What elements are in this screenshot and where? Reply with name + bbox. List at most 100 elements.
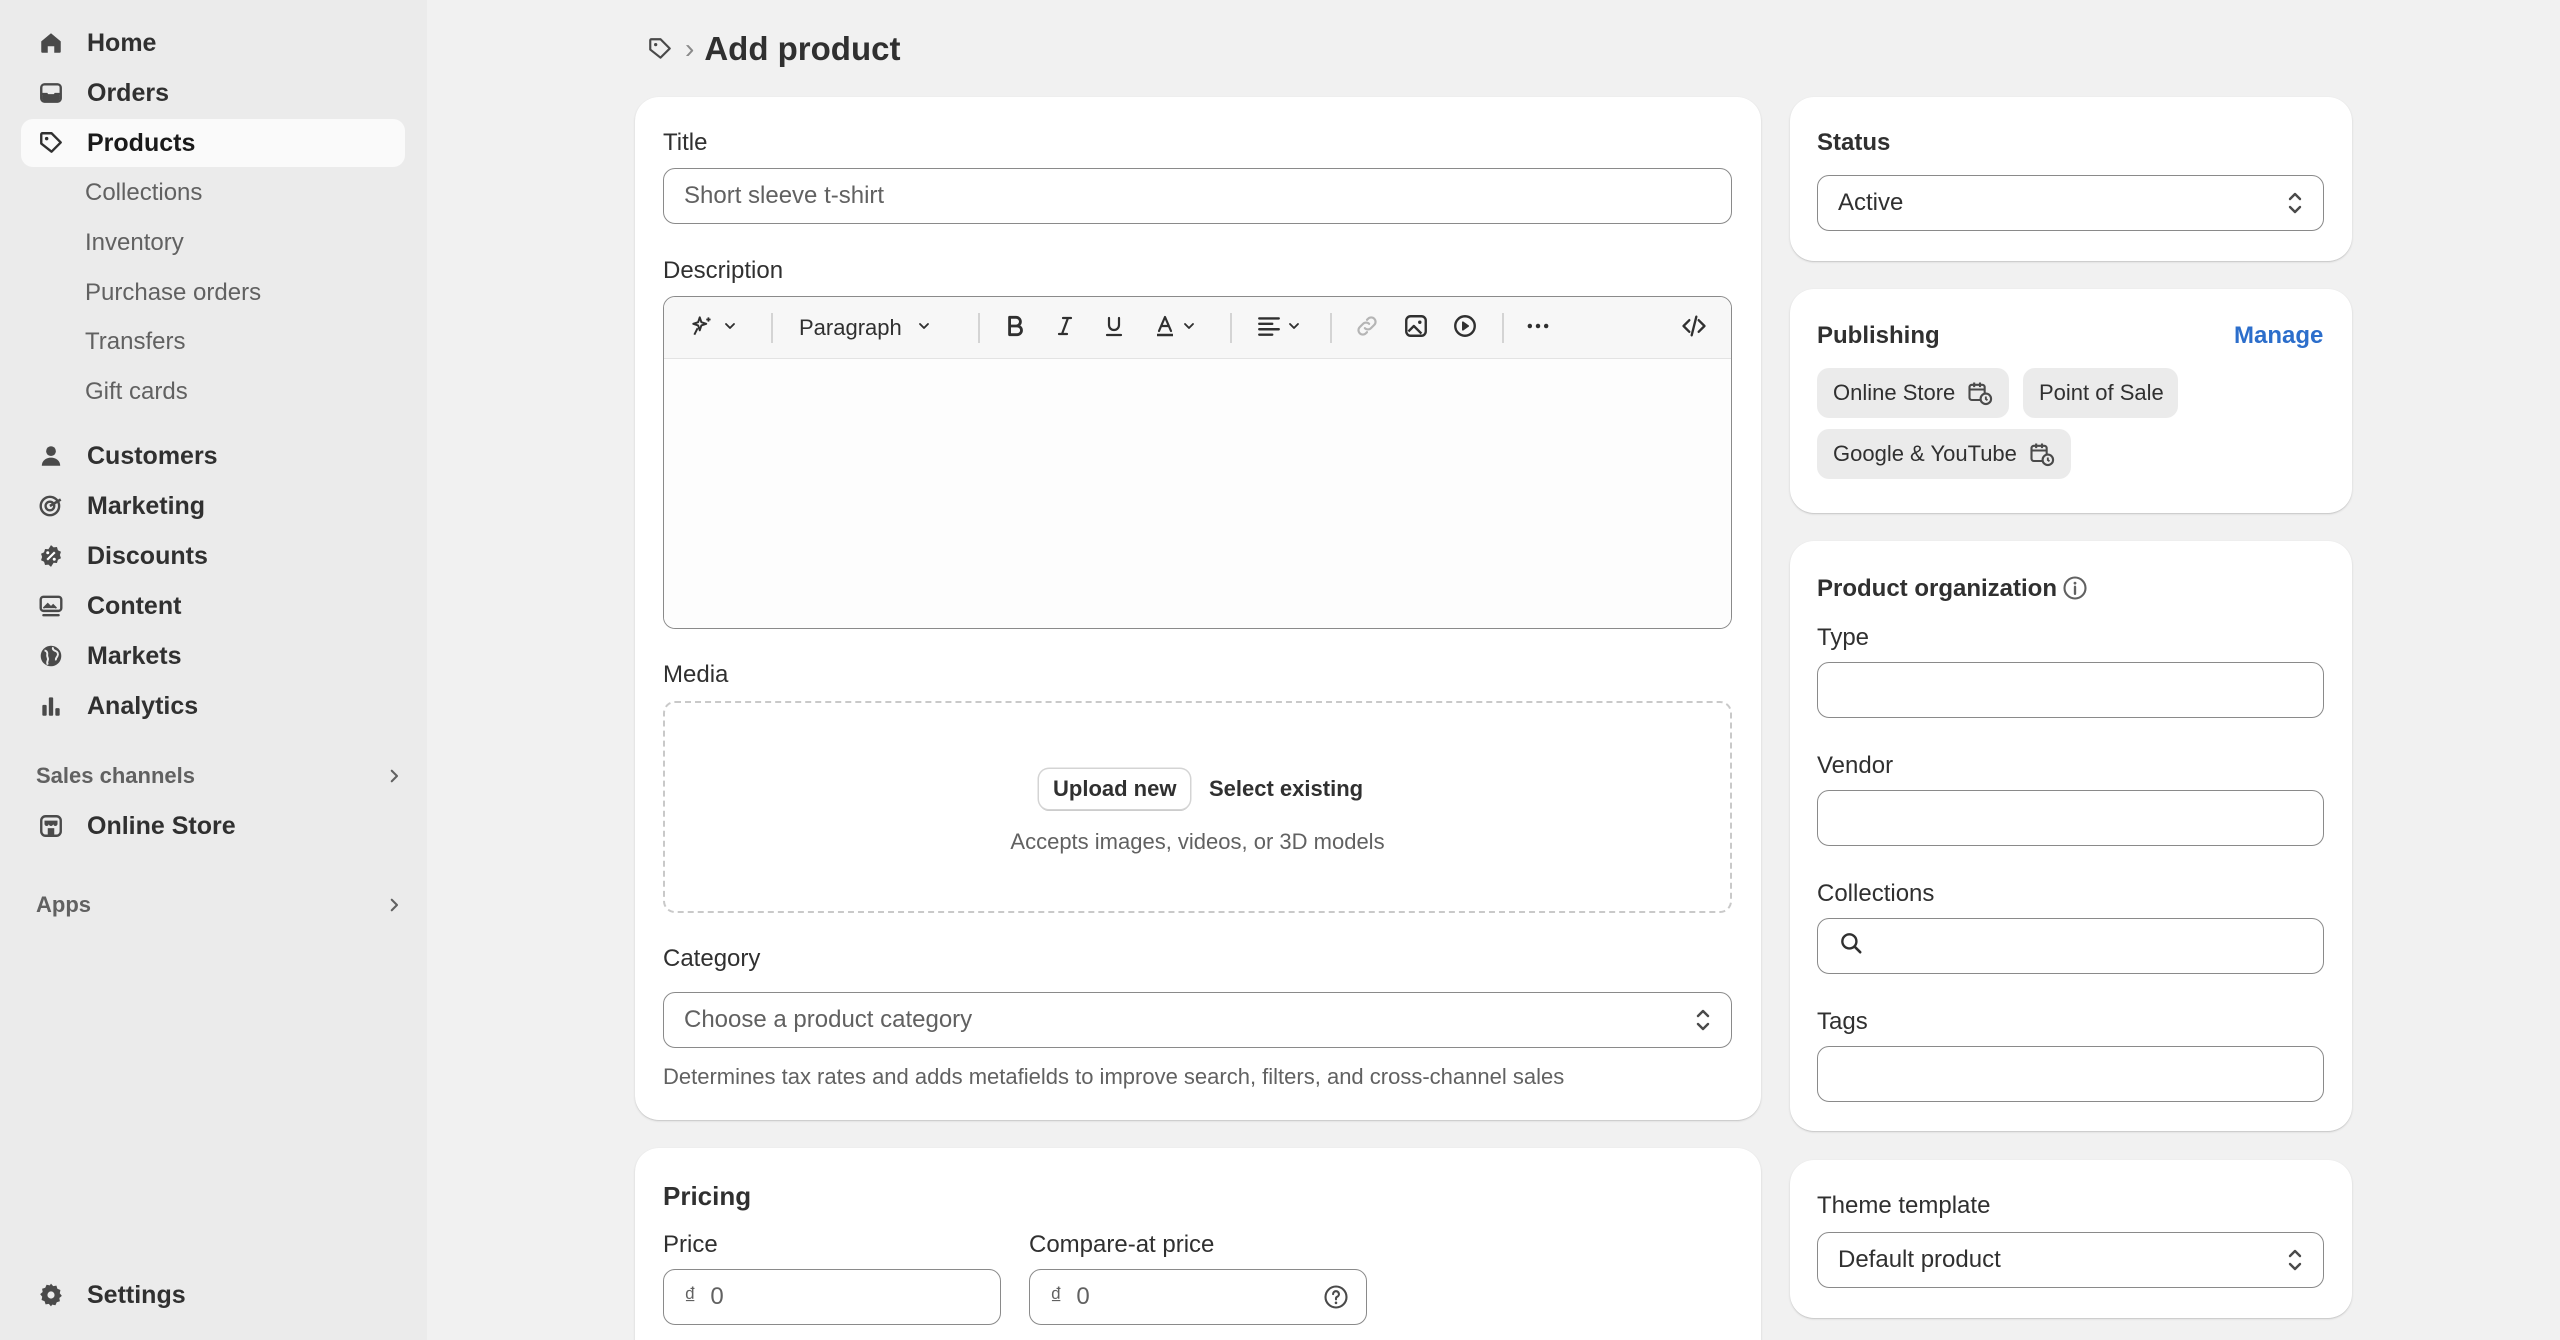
channel-pill-online-store[interactable]: Online Store — [1817, 368, 2010, 418]
status-value: Active — [1838, 189, 1904, 216]
sidebar-item-discounts[interactable]: Discounts — [21, 532, 405, 580]
sidebar-subitem-collections[interactable]: Collections — [21, 170, 405, 216]
title-input[interactable]: Short sleeve t-shirt — [663, 168, 1732, 224]
vendor-label: Vendor — [1817, 752, 1894, 779]
sidebar-item-label: Home — [87, 28, 157, 57]
chevron-right-icon — [382, 764, 406, 788]
compare-at-price-input[interactable]: ₫ 0 — [1029, 1269, 1367, 1325]
toolbar-divider — [1230, 313, 1232, 343]
editor-toolbar: Paragraph — [664, 297, 1731, 359]
category-select[interactable]: Choose a product category — [663, 992, 1732, 1048]
target-icon — [37, 492, 65, 520]
sidebar-item-products[interactable]: Products — [21, 119, 405, 167]
sidebar: Home Orders Products Collections Invento… — [0, 0, 427, 1340]
media-dropzone[interactable]: Upload new Select existing Accepts image… — [663, 701, 1732, 913]
play-icon — [1452, 313, 1478, 344]
select-caret-icon — [2285, 188, 2305, 218]
more-options-button[interactable] — [1521, 311, 1555, 345]
sidebar-item-label: Settings — [87, 1280, 186, 1309]
text-color-button[interactable] — [1146, 311, 1204, 345]
sidebar-subitem-transfers[interactable]: Transfers — [21, 319, 405, 365]
sidebar-item-label: Content — [87, 591, 182, 620]
sidebar-item-orders[interactable]: Orders — [21, 69, 405, 117]
align-left-icon — [1256, 313, 1282, 344]
sales-channels-label: Sales channels — [36, 763, 195, 788]
breadcrumb-separator: › — [685, 33, 695, 64]
home-icon — [37, 29, 65, 57]
chevron-down-icon — [916, 318, 932, 339]
title-placeholder: Short sleeve t-shirt — [684, 182, 885, 209]
compare-at-price-value: 0 — [1076, 1283, 1090, 1310]
sidebar-item-home[interactable]: Home — [21, 19, 405, 67]
discount-icon — [37, 542, 65, 570]
sidebar-item-label: Customers — [87, 441, 218, 470]
product-organization-heading: Product organization — [1817, 575, 2057, 602]
title-label: Title — [663, 129, 708, 156]
apps-header[interactable]: Apps — [36, 885, 406, 925]
status-select[interactable]: Active — [1817, 175, 2324, 231]
toolbar-divider — [978, 313, 980, 343]
sidebar-subitem-label: Collections — [85, 179, 203, 206]
bold-button[interactable] — [998, 311, 1032, 345]
sidebar-subitem-inventory[interactable]: Inventory — [21, 220, 405, 266]
description-text-area[interactable] — [664, 359, 1731, 628]
insert-image-button[interactable] — [1399, 311, 1433, 345]
manage-link[interactable]: Manage — [2234, 322, 2323, 350]
tags-input[interactable] — [1817, 1046, 2324, 1102]
channel-pill-point-of-sale[interactable]: Point of Sale — [2023, 368, 2178, 418]
sidebar-subitem-label: Purchase orders — [85, 279, 262, 306]
currency-symbol: ₫ — [684, 1283, 697, 1310]
compare-at-price-label: Compare-at price — [1029, 1231, 1215, 1258]
insert-video-button[interactable] — [1448, 311, 1482, 345]
paragraph-dropdown[interactable]: Paragraph — [799, 311, 959, 345]
sidebar-item-customers[interactable]: Customers — [21, 432, 405, 480]
sidebar-item-label: Markets — [87, 641, 182, 670]
sales-channels-header[interactable]: Sales channels — [36, 756, 406, 796]
tags-label: Tags — [1817, 1008, 1868, 1035]
info-icon[interactable] — [2061, 574, 2089, 607]
sidebar-item-content[interactable]: Content — [21, 582, 405, 630]
collections-search-input[interactable] — [1817, 918, 2324, 974]
type-input[interactable] — [1817, 662, 2324, 718]
sidebar-subitem-gift-cards[interactable]: Gift cards — [21, 369, 405, 415]
code-view-button[interactable] — [1677, 311, 1711, 345]
store-icon — [37, 812, 65, 840]
select-caret-icon — [1693, 1005, 1713, 1035]
sidebar-item-label: Discounts — [87, 541, 208, 570]
search-icon — [1838, 930, 1864, 963]
channel-label: Google & YouTube — [1833, 441, 2017, 466]
align-button[interactable] — [1250, 311, 1308, 345]
price-input[interactable]: ₫ 0 — [663, 1269, 1001, 1325]
inbox-icon — [37, 79, 65, 107]
vendor-input[interactable] — [1817, 790, 2324, 846]
sidebar-item-marketing[interactable]: Marketing — [21, 482, 405, 530]
ai-generate-button[interactable] — [684, 311, 744, 345]
tag-icon[interactable] — [645, 34, 675, 64]
sidebar-item-online-store[interactable]: Online Store — [21, 802, 405, 850]
help-circle-icon[interactable] — [1322, 1283, 1350, 1318]
channel-label: Online Store — [1833, 380, 1956, 405]
category-label: Category — [663, 945, 761, 972]
calendar-clock-icon — [1965, 378, 1995, 408]
bar-chart-icon — [37, 692, 65, 720]
sidebar-subitem-purchase-orders[interactable]: Purchase orders — [21, 270, 405, 316]
channel-pill-google-youtube[interactable]: Google & YouTube — [1817, 429, 2071, 479]
sidebar-item-analytics[interactable]: Analytics — [21, 682, 405, 730]
sidebar-item-markets[interactable]: Markets — [21, 632, 405, 680]
toolbar-divider — [1330, 313, 1332, 343]
select-existing-button[interactable]: Select existing — [1209, 769, 1363, 809]
upload-new-button[interactable]: Upload new — [1039, 769, 1191, 809]
more-horizontal-icon — [1524, 312, 1552, 345]
breadcrumb: › Add product — [645, 30, 900, 68]
currency-symbol: ₫ — [1050, 1283, 1063, 1310]
sidebar-item-settings[interactable]: Settings — [21, 1271, 405, 1319]
toolbar-divider — [771, 313, 773, 343]
theme-template-select[interactable]: Default product — [1817, 1232, 2324, 1288]
underline-button[interactable] — [1097, 311, 1131, 345]
chevron-down-icon — [722, 318, 738, 339]
calendar-clock-icon — [2027, 439, 2057, 469]
italic-button[interactable] — [1048, 311, 1082, 345]
link-button[interactable] — [1350, 311, 1384, 345]
italic-icon — [1053, 314, 1077, 343]
chevron-right-icon — [382, 893, 406, 917]
